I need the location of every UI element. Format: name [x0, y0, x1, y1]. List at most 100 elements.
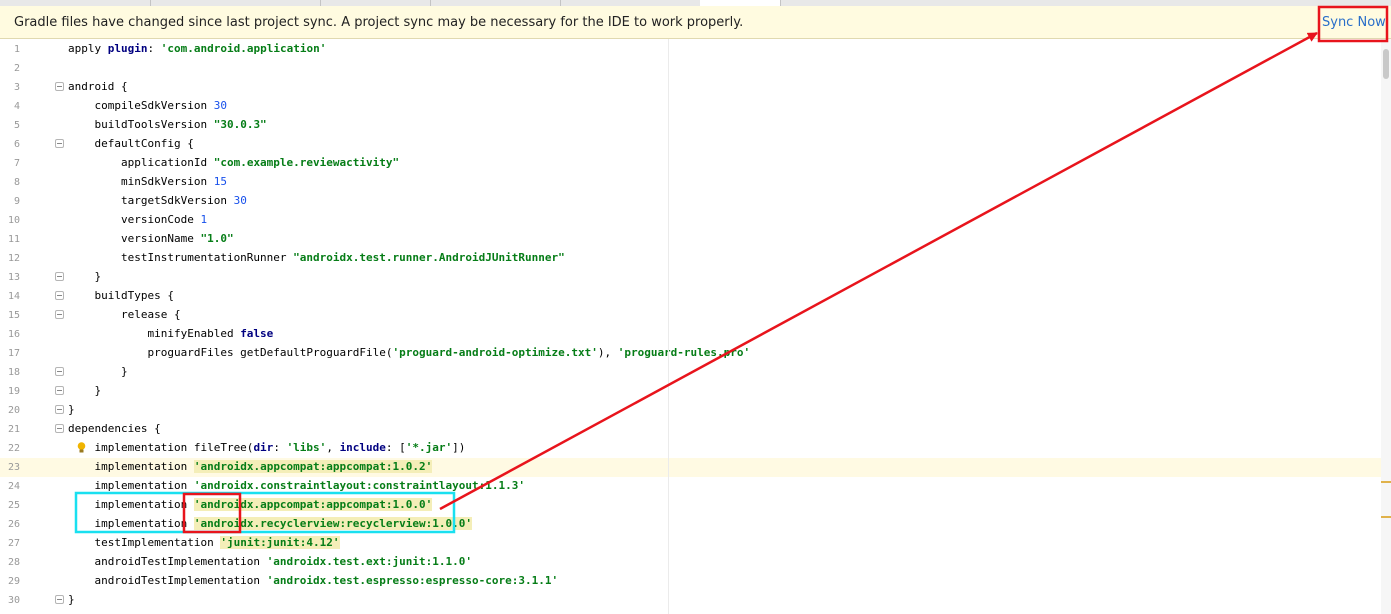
code-line[interactable]: 7 applicationId "com.example.reviewactiv… — [0, 154, 1381, 173]
code-text[interactable]: release { — [68, 308, 181, 321]
code-line[interactable]: 3 android { — [0, 78, 1381, 97]
code-token: include — [339, 441, 386, 454]
code-line[interactable]: 1 apply plugin: 'com.android.application' — [0, 40, 1381, 59]
vertical-scrollbar[interactable] — [1381, 39, 1391, 614]
fold-marker-icon[interactable] — [55, 405, 64, 414]
line-number: 12 — [7, 253, 20, 264]
code-token: implementation fileTree( — [68, 441, 254, 454]
code-text[interactable]: implementation 'androidx.recyclerview:re… — [68, 517, 472, 530]
code-text[interactable]: implementation 'androidx.constraintlayou… — [68, 479, 525, 492]
code-line[interactable]: 15 release { — [0, 306, 1381, 325]
code-line[interactable]: 26 implementation 'androidx.recyclerview… — [0, 515, 1381, 534]
scrollbar-thumb[interactable] — [1383, 49, 1389, 79]
line-number: 20 — [7, 405, 20, 416]
line-number: 21 — [7, 424, 20, 435]
code-text[interactable]: buildTypes { — [68, 289, 173, 302]
fold-marker-icon[interactable] — [55, 310, 64, 319]
code-text[interactable]: implementation 'androidx.appcompat:appco… — [68, 498, 433, 511]
code-text[interactable]: targetSdkVersion 30 — [68, 194, 247, 207]
code-line[interactable]: 23 implementation 'androidx.appcompat:ap… — [0, 458, 1381, 477]
code-text[interactable]: testImplementation 'junit:junit:4.12' — [68, 536, 340, 549]
code-text[interactable]: versionCode 1 — [68, 213, 207, 226]
code-text[interactable]: apply plugin: 'com.android.application' — [68, 42, 326, 55]
line-number: 2 — [13, 63, 20, 74]
fold-marker-icon[interactable] — [55, 367, 64, 376]
code-line[interactable]: 11 versionName "1.0" — [0, 230, 1381, 249]
error-stripe-mark[interactable] — [1381, 481, 1391, 483]
line-number: 13 — [7, 272, 20, 283]
code-token: } — [68, 365, 128, 378]
code-token: implementation — [68, 498, 194, 511]
line-number: 6 — [13, 139, 20, 150]
code-editor[interactable]: 1 apply plugin: 'com.android.application'… — [0, 39, 1381, 614]
fold-marker-icon[interactable] — [55, 424, 64, 433]
code-token: , — [326, 441, 340, 454]
code-text[interactable]: } — [68, 403, 75, 416]
code-line[interactable]: 27 testImplementation 'junit:junit:4.12' — [0, 534, 1381, 553]
code-line[interactable]: 20} — [0, 401, 1381, 420]
line-number: 7 — [13, 158, 20, 169]
fold-marker-icon[interactable] — [55, 595, 64, 604]
code-token: 'junit:junit:4.12' — [220, 536, 340, 549]
code-line[interactable]: 29 androidTestImplementation 'androidx.t… — [0, 572, 1381, 591]
code-text[interactable]: minSdkVersion 15 — [68, 175, 227, 188]
code-line[interactable]: 25 implementation 'androidx.appcompat:ap… — [0, 496, 1381, 515]
fold-marker-icon[interactable] — [55, 291, 64, 300]
fold-marker-icon[interactable] — [55, 272, 64, 281]
code-text[interactable]: implementation fileTree(dir: 'libs', inc… — [68, 441, 465, 454]
code-token: 'com.android.application' — [160, 42, 327, 55]
code-text[interactable]: minifyEnabled false — [68, 327, 273, 340]
code-token: 'proguard-android-optimize.txt' — [392, 346, 598, 359]
fold-marker-icon[interactable] — [55, 139, 64, 148]
code-text[interactable]: versionName "1.0" — [68, 232, 234, 245]
code-line[interactable]: 17 proguardFiles getDefaultProguardFile(… — [0, 344, 1381, 363]
code-line[interactable]: 12 testInstrumentationRunner "androidx.t… — [0, 249, 1381, 268]
code-line[interactable]: 13 } — [0, 268, 1381, 287]
code-line[interactable]: 4 compileSdkVersion 30 — [0, 97, 1381, 116]
sync-now-link[interactable]: Sync Now — [1322, 15, 1386, 30]
code-token: : — [147, 42, 161, 55]
code-line[interactable]: 22 implementation fileTree(dir: 'libs', … — [0, 439, 1381, 458]
code-token: minSdkVersion — [68, 175, 214, 188]
code-text[interactable]: } — [68, 593, 75, 606]
code-token: release { — [68, 308, 181, 321]
code-text[interactable]: } — [68, 270, 101, 283]
fold-marker-icon[interactable] — [55, 82, 64, 91]
code-text[interactable]: applicationId "com.example.reviewactivit… — [68, 156, 399, 169]
code-line[interactable]: 2 — [0, 59, 1381, 78]
code-line[interactable]: 6 defaultConfig { — [0, 135, 1381, 154]
code-line[interactable]: 8 minSdkVersion 15 — [0, 173, 1381, 192]
code-line[interactable]: 28 androidTestImplementation 'androidx.t… — [0, 553, 1381, 572]
code-token: buildToolsVersion — [68, 118, 214, 131]
code-line[interactable]: 24 implementation 'androidx.constraintla… — [0, 477, 1381, 496]
code-text[interactable]: } — [68, 365, 128, 378]
code-line[interactable]: 5 buildToolsVersion "30.0.3" — [0, 116, 1381, 135]
code-token: : — [273, 441, 287, 454]
code-text[interactable]: android { — [68, 80, 128, 93]
code-line[interactable]: 10 versionCode 1 — [0, 211, 1381, 230]
code-text[interactable]: } — [68, 384, 101, 397]
code-line[interactable]: 16 minifyEnabled false — [0, 325, 1381, 344]
code-token: compileSdkVersion — [68, 99, 214, 112]
code-token: 'androidx.appcompat:appcompat:1.0.2' — [193, 460, 433, 473]
code-text[interactable]: proguardFiles getDefaultProguardFile('pr… — [68, 346, 750, 359]
code-text[interactable]: buildToolsVersion "30.0.3" — [68, 118, 267, 131]
code-token: "30.0.3" — [213, 118, 267, 131]
code-token: "androidx.test.runner.AndroidJUnitRunner… — [293, 251, 565, 264]
code-line[interactable]: 19 } — [0, 382, 1381, 401]
code-token: minifyEnabled — [68, 327, 241, 340]
code-text[interactable]: defaultConfig { — [68, 137, 193, 150]
code-line[interactable]: 14 buildTypes { — [0, 287, 1381, 306]
code-text[interactable]: dependencies { — [68, 422, 161, 435]
code-line[interactable]: 18 } — [0, 363, 1381, 382]
code-text[interactable]: androidTestImplementation 'androidx.test… — [68, 574, 558, 587]
code-line[interactable]: 9 targetSdkVersion 30 — [0, 192, 1381, 211]
code-line[interactable]: 30} — [0, 591, 1381, 610]
code-text[interactable]: implementation 'androidx.appcompat:appco… — [68, 460, 433, 473]
code-line[interactable]: 21 dependencies { — [0, 420, 1381, 439]
fold-marker-icon[interactable] — [55, 386, 64, 395]
error-stripe-mark[interactable] — [1381, 516, 1391, 518]
code-text[interactable]: compileSdkVersion 30 — [68, 99, 226, 112]
code-text[interactable]: androidTestImplementation 'androidx.test… — [68, 555, 472, 568]
code-text[interactable]: testInstrumentationRunner "androidx.test… — [68, 251, 565, 264]
